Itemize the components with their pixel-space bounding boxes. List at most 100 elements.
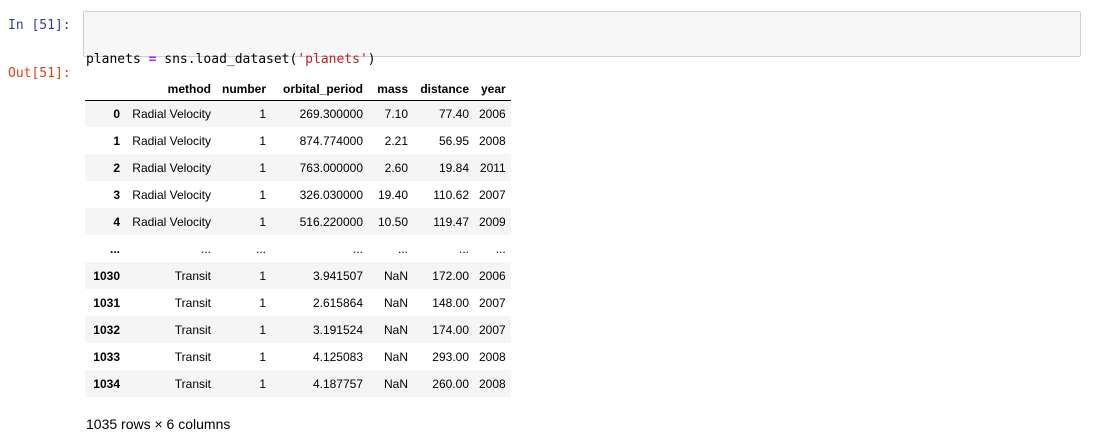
table-header-row: method number orbital_period mass distan… — [85, 78, 511, 101]
code-close-paren: ) — [367, 52, 376, 67]
cell-method: Transit — [174, 349, 211, 364]
cell-method: ... — [200, 241, 211, 256]
cell-distance: 260.00 — [432, 376, 469, 391]
output-prompt: Out[51]: — [8, 66, 71, 81]
cell-orbital-period: 3.941507 — [312, 268, 363, 283]
table-row: 1034 Transit 1 4.187757 NaN 260.00 2008 — [85, 370, 511, 397]
code-cell-editor[interactable]: planets = sns.load_dataset('planets') pl… — [83, 11, 1081, 118]
row-index: 1034 — [93, 376, 120, 391]
dataframe-table: method number orbital_period mass distan… — [85, 78, 511, 397]
table-row: 0 Radial Velocity 1 269.300000 7.10 77.4… — [85, 100, 511, 127]
cell-number: 1 — [259, 349, 266, 364]
cell-mass: ... — [397, 241, 408, 256]
code-variable: planets — [86, 52, 141, 67]
row-index: 1 — [113, 133, 120, 148]
cell-mass: NaN — [383, 349, 408, 364]
table-row: 1031 Transit 1 2.615864 NaN 148.00 2007 — [85, 289, 511, 316]
row-index: ... — [109, 241, 120, 256]
cell-mass: NaN — [383, 376, 408, 391]
cell-orbital-period: 874.774000 — [299, 133, 363, 148]
cell-method: Radial Velocity — [132, 106, 211, 121]
cell-year: ... — [495, 241, 506, 256]
table-row: 1 Radial Velocity 1 874.774000 2.21 56.9… — [85, 127, 511, 154]
cell-number: 1 — [259, 268, 266, 283]
row-index: 2 — [113, 160, 120, 175]
cell-year: 2007 — [479, 295, 506, 310]
table-row: 1032 Transit 1 3.191524 NaN 174.00 2007 — [85, 316, 511, 343]
cell-mass: 2.60 — [384, 160, 408, 175]
cell-method: Transit — [174, 295, 211, 310]
cell-number: 1 — [259, 376, 266, 391]
cell-year: 2008 — [479, 133, 506, 148]
table-row: 3 Radial Velocity 1 326.030000 19.40 110… — [85, 181, 511, 208]
table-row: 4 Radial Velocity 1 516.220000 10.50 119… — [85, 208, 511, 235]
row-index: 3 — [113, 187, 120, 202]
cell-year: 2008 — [479, 349, 506, 364]
cell-method: Transit — [174, 322, 211, 337]
code-string: 'planets' — [297, 52, 368, 67]
header-year: year — [474, 78, 511, 101]
cell-year: 2007 — [479, 322, 506, 337]
cell-method: Radial Velocity — [132, 133, 211, 148]
cell-number: 1 — [259, 106, 266, 121]
header-distance: distance — [413, 78, 474, 101]
cell-orbital-period: 516.220000 — [299, 214, 363, 229]
table-row-ellipsis: ... ... ... ... ... ... ... — [85, 235, 511, 262]
code-line-1: planets = sns.load_dataset('planets') — [86, 51, 1080, 68]
cell-mass: NaN — [383, 295, 408, 310]
cell-number: 1 — [259, 133, 266, 148]
cell-distance: 172.00 — [432, 268, 469, 283]
dataframe-shape-summary: 1035 rows × 6 columns — [86, 416, 231, 432]
cell-year: 2009 — [479, 214, 506, 229]
cell-orbital-period: 326.030000 — [299, 187, 363, 202]
header-index — [85, 78, 125, 101]
header-mass: mass — [368, 78, 413, 101]
cell-method: Radial Velocity — [132, 187, 211, 202]
code-call: sns.load_dataset( — [164, 52, 298, 67]
cell-distance: 293.00 — [432, 349, 469, 364]
cell-orbital-period: 763.000000 — [299, 160, 363, 175]
header-orbital-period: orbital_period — [271, 78, 368, 101]
cell-orbital-period: 4.125083 — [312, 349, 363, 364]
cell-orbital-period: 2.615864 — [312, 295, 363, 310]
row-index: 0 — [113, 106, 120, 121]
cell-mass: 7.10 — [384, 106, 408, 121]
row-index: 1031 — [93, 295, 120, 310]
cell-number: 1 — [259, 187, 266, 202]
cell-orbital-period: 269.300000 — [299, 106, 363, 121]
cell-distance: 110.62 — [433, 187, 469, 202]
cell-year: 2007 — [479, 187, 506, 202]
cell-method: Transit — [174, 268, 211, 283]
cell-orbital-period: 3.191524 — [312, 322, 363, 337]
cell-distance: 56.95 — [438, 133, 469, 148]
cell-mass: NaN — [383, 268, 408, 283]
row-index: 1033 — [93, 349, 120, 364]
cell-distance: 119.47 — [433, 214, 469, 229]
cell-mass: 19.40 — [377, 187, 408, 202]
cell-number: 1 — [259, 295, 266, 310]
cell-mass: NaN — [383, 322, 408, 337]
cell-number: 1 — [259, 160, 266, 175]
row-index: 1030 — [93, 268, 120, 283]
cell-distance: 148.00 — [432, 295, 469, 310]
cell-distance: ... — [458, 241, 469, 256]
cell-orbital-period: ... — [352, 241, 363, 256]
input-prompt: In [51]: — [8, 18, 71, 33]
header-number: number — [216, 78, 271, 101]
row-index: 4 — [113, 214, 120, 229]
cell-distance: 77.40 — [438, 106, 469, 121]
header-method: method — [125, 78, 216, 101]
cell-distance: 174.00 — [432, 322, 469, 337]
cell-mass: 2.21 — [384, 133, 408, 148]
cell-orbital-period: 4.187757 — [312, 376, 363, 391]
cell-year: 2008 — [479, 376, 506, 391]
row-index: 1032 — [93, 322, 120, 337]
table-row: 1030 Transit 1 3.941507 NaN 172.00 2006 — [85, 262, 511, 289]
cell-year: 2011 — [479, 160, 506, 175]
cell-method: Transit — [174, 376, 211, 391]
cell-mass: 10.50 — [377, 214, 408, 229]
table-row: 2 Radial Velocity 1 763.000000 2.60 19.8… — [85, 154, 511, 181]
cell-distance: 19.84 — [438, 160, 469, 175]
table-row: 1033 Transit 1 4.125083 NaN 293.00 2008 — [85, 343, 511, 370]
cell-number: 1 — [259, 214, 266, 229]
